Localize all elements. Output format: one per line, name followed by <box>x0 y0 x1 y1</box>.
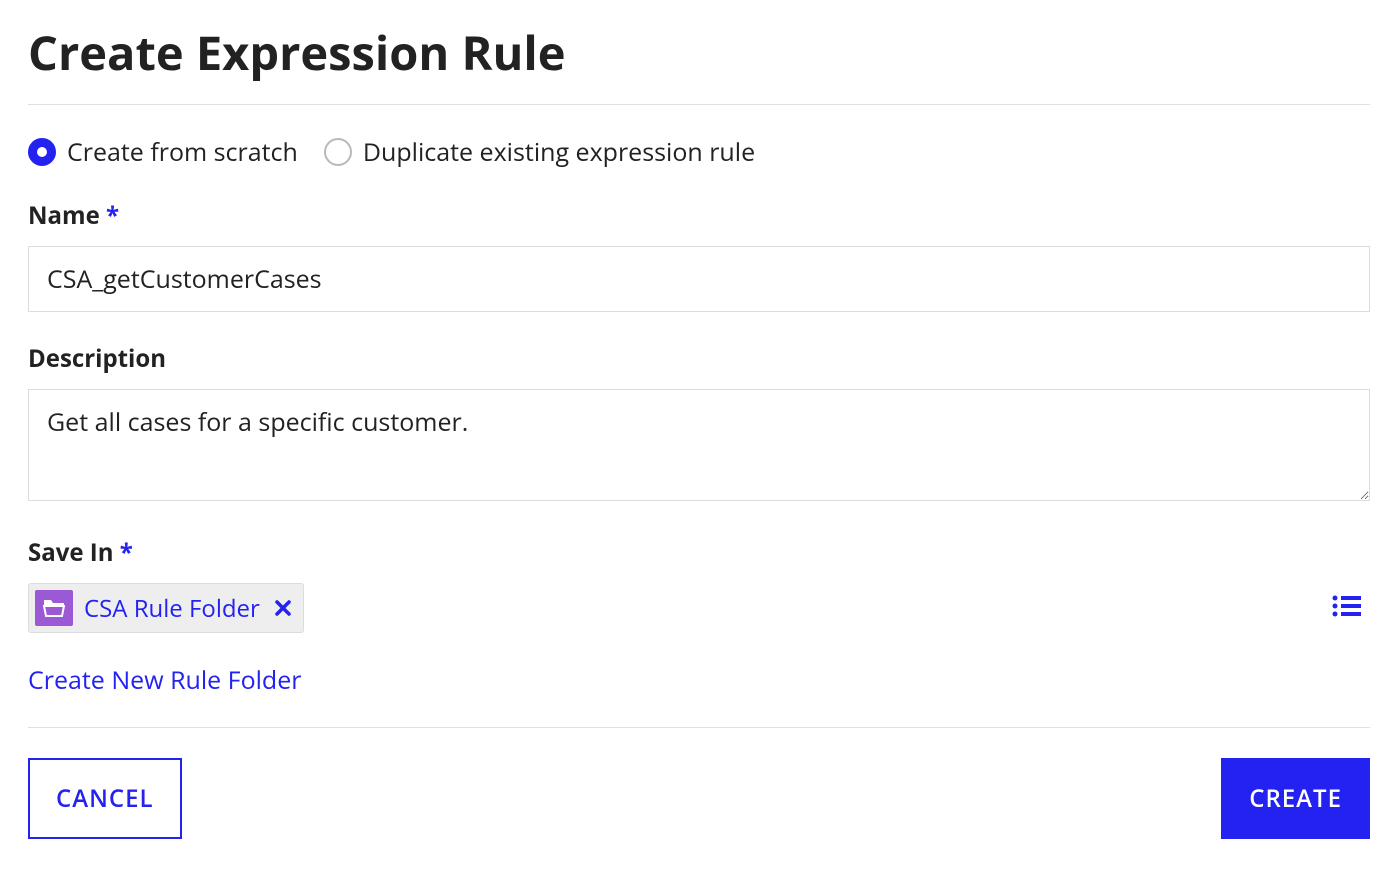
name-label: Name * <box>28 199 1370 232</box>
radio-indicator-unselected <box>324 138 352 166</box>
radio-indicator-selected <box>28 138 56 166</box>
name-input[interactable] <box>28 246 1370 312</box>
folder-icon <box>35 590 73 626</box>
radio-label-scratch: Create from scratch <box>67 135 298 169</box>
save-in-label: Save In * <box>28 536 1370 569</box>
footer-divider <box>28 727 1370 728</box>
folder-chip-label: CSA Rule Folder <box>84 592 260 625</box>
list-picker-icon[interactable] <box>1332 595 1370 622</box>
header-divider <box>28 104 1370 105</box>
page-title: Create Expression Rule <box>28 20 1370 84</box>
radio-create-from-scratch[interactable]: Create from scratch <box>28 135 298 169</box>
description-textarea[interactable]: Get all cases for a specific customer. <box>28 389 1370 501</box>
create-button[interactable]: CREATE <box>1221 758 1370 839</box>
create-new-folder-link[interactable]: Create New Rule Folder <box>28 663 301 697</box>
save-in-picker-row: CSA Rule Folder <box>28 583 1370 633</box>
required-star: * <box>106 199 119 232</box>
save-in-label-text: Save In <box>28 536 114 569</box>
radio-label-duplicate: Duplicate existing expression rule <box>363 135 755 169</box>
description-label: Description <box>28 342 1370 375</box>
cancel-button[interactable]: CANCEL <box>28 758 182 839</box>
folder-chip[interactable]: CSA Rule Folder <box>28 583 304 633</box>
chip-remove-icon[interactable] <box>271 593 291 623</box>
creation-mode-radio-group: Create from scratch Duplicate existing e… <box>28 135 1370 169</box>
dialog-button-row: CANCEL CREATE <box>28 758 1370 839</box>
radio-duplicate-existing[interactable]: Duplicate existing expression rule <box>324 135 755 169</box>
name-label-text: Name <box>28 199 100 232</box>
required-star: * <box>120 536 133 569</box>
